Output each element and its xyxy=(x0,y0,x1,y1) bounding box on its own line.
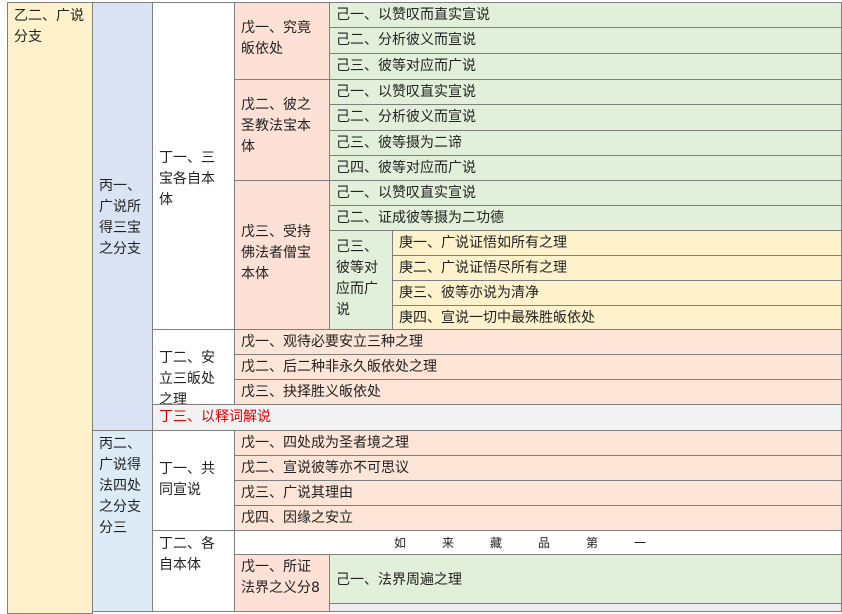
outline-geng-2: 庚二、广说证悟尽所有之理 xyxy=(392,255,842,281)
outline-wu3: 戊三、受持佛法者僧宝本体 xyxy=(234,180,330,330)
outline-bing1-label: 丙一、广说所得三宝之分支 xyxy=(99,178,141,257)
outline-common-item-2: 戊二、宣说彼等亦不可思议 xyxy=(234,455,842,481)
outline-ji3: 己三、彼等对应而广说 xyxy=(329,230,393,330)
outline-ding-b1-label: 丁一、共同宣说 xyxy=(159,461,215,498)
outline-wu2-item-4: 己四、彼等对应而广说 xyxy=(329,155,842,181)
row-edge xyxy=(329,603,842,612)
outline-wu1: 戊一、究竟皈依处 xyxy=(234,2,330,80)
outline-ding-b1: 丁一、共同宣说 xyxy=(152,430,235,531)
outline-geng-1: 庚一、广说证悟如所有之理 xyxy=(392,230,842,256)
outline-ding1: 丁一、三宝各自本体 xyxy=(152,2,235,330)
outline-geng-4: 庚四、宣说一切中最殊胜皈依处 xyxy=(392,305,842,330)
outline-wu-b1-item-label: 己一、法界周遍之理 xyxy=(336,572,462,588)
outline-wu1-item-3: 己三、彼等对应而广说 xyxy=(329,53,842,80)
outline-ding2-item-1: 戊一、观待必要安立三种之理 xyxy=(234,329,842,355)
outline-wu3-item-1: 己一、以赞叹直实宣说 xyxy=(329,180,842,206)
outline-ding2: 丁二、安立三皈处之理 xyxy=(152,329,235,405)
outline-wu2-item-2: 己二、分析彼义而宣说 xyxy=(329,104,842,131)
outline-ding2-item-2: 戊二、后二种非永久皈依处之理 xyxy=(234,354,842,380)
outline-bing1: 丙一、广说所得三宝之分支 xyxy=(92,2,153,431)
outline-ding-b2: 丁二、各自本体 xyxy=(152,530,235,612)
outline-common-item-3: 戊三、广说其理由 xyxy=(234,480,842,506)
outline-ding2-item-3: 戊三、抉择胜义皈依处 xyxy=(234,379,842,405)
outline-wu1-item-2: 己二、分析彼义而宣说 xyxy=(329,27,842,54)
outline-common-item-4: 戊四、因缘之安立 xyxy=(234,505,842,531)
outline-ding2-label: 丁二、安立三皈处之理 xyxy=(159,350,215,405)
outline-wu2-item-3: 己三、彼等摄为二谛 xyxy=(329,130,842,156)
outline-common-item-1: 戊一、四处成为圣者境之理 xyxy=(234,430,842,456)
outline-wu-b1: 戊一、所证法界之义分8 xyxy=(234,554,330,612)
outline-wu1-item-1: 己一、以赞叹而直实宣说 xyxy=(329,2,842,28)
outline-bing2: 丙二、广说得法四处之分支分三 xyxy=(92,430,153,612)
outline-wu2-item-1: 己一、以赞叹直实宣说 xyxy=(329,79,842,105)
outline-wu-b1-item: 己一、法界周遍之理 xyxy=(329,554,842,604)
outline-ding3: 丁三、以释词解说 xyxy=(152,404,842,431)
outline-yi: 乙二、广说分支 xyxy=(7,2,93,614)
outline-wu3-item-2: 己二、证成彼等摄为二功德 xyxy=(329,205,842,231)
chapter-banner: 如来藏品第一 xyxy=(234,530,842,555)
outline-geng-3: 庚三、彼等亦说为清净 xyxy=(392,280,842,306)
outline-ding1-label: 丁一、三宝各自本体 xyxy=(159,150,215,208)
outline-wu2: 戊二、彼之圣教法宝本体 xyxy=(234,79,330,181)
